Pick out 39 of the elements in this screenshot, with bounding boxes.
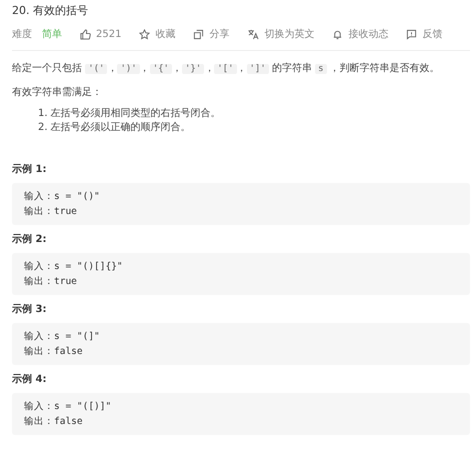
problem-title: 20. 有效的括号 [12, 3, 89, 18]
translate-icon[interactable] [247, 28, 260, 40]
input-value: s = "([)]" [54, 401, 112, 412]
translate-link[interactable]: 切换为英文 [264, 27, 314, 41]
input-label: 输入： [24, 261, 54, 272]
example-heading: 示例 3: [12, 303, 48, 316]
output-value: true [54, 276, 77, 287]
output-value: true [54, 206, 77, 217]
like-count: 2521 [96, 28, 122, 40]
output-value: false [54, 346, 83, 357]
input-label: 输入： [24, 191, 54, 202]
rule-item: 2. 左括号必须以正确的顺序闭合。 [38, 121, 192, 135]
difficulty-label: 难度 [12, 28, 32, 41]
input-label: 输入： [24, 401, 54, 412]
output-value: false [54, 416, 83, 427]
star-icon[interactable] [139, 28, 150, 40]
feedback-icon[interactable] [406, 28, 418, 40]
feedback-link[interactable]: 反馈 [422, 27, 442, 41]
star-link[interactable]: 收藏 [155, 27, 176, 41]
input-label: 输入： [24, 331, 54, 342]
thumbs-up-icon[interactable] [80, 28, 91, 40]
output-label: 输出： [24, 276, 54, 287]
rules-intro: 有效字符串需满足： [12, 86, 103, 99]
bell-link[interactable]: 接收动态 [348, 27, 388, 41]
output-label: 输出： [24, 206, 54, 217]
share-icon[interactable] [193, 28, 204, 40]
example-heading: 示例 2: [12, 233, 48, 246]
input-value: s = "(]" [54, 331, 100, 342]
input-value: s = "()" [54, 191, 100, 202]
output-label: 输出： [24, 346, 54, 357]
input-value: s = "()[]{}" [54, 261, 123, 272]
bell-icon[interactable] [332, 28, 344, 40]
difficulty-value: 简单 [42, 28, 62, 41]
output-label: 输出： [24, 416, 54, 427]
example-heading: 示例 1: [12, 163, 48, 176]
share-link[interactable]: 分享 [209, 27, 230, 41]
rule-item: 1. 左括号必须用相同类型的右括号闭合。 [38, 107, 222, 121]
example-heading: 示例 4: [12, 373, 48, 386]
problem-description: 给定一个只包括 '(' ， ')' ， '{' ， '}' ， '[' ， ']' 的字符串 s ，判断字符串是否有效。 [12, 62, 441, 75]
